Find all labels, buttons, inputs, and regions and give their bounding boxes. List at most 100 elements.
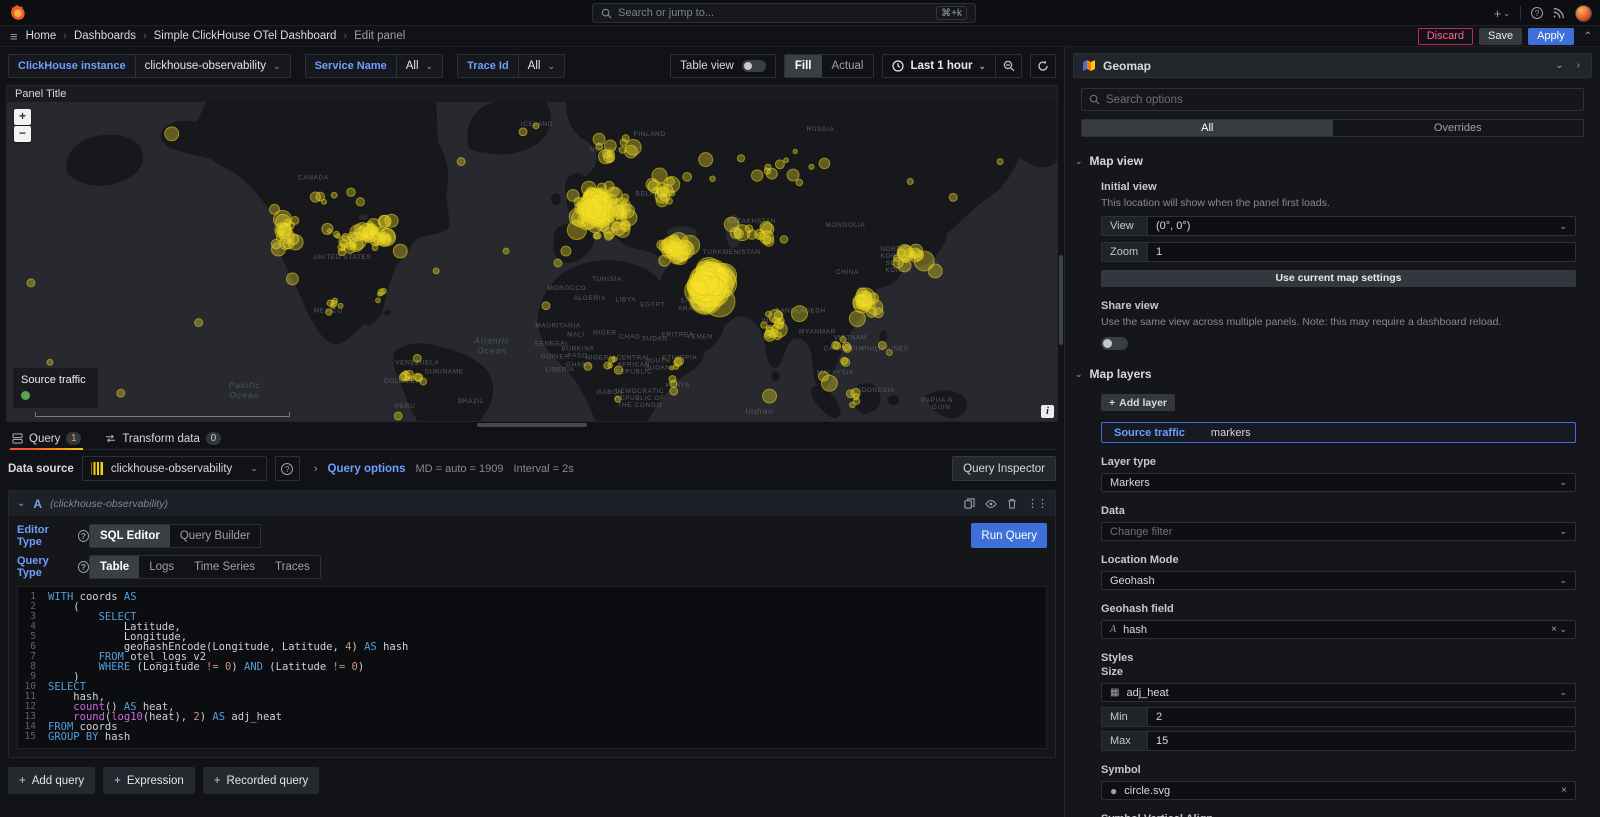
scrollbar-thumb[interactable] — [1059, 255, 1063, 345]
svg-text:MOROCCO: MOROCCO — [548, 285, 587, 292]
sql-editor[interactable]: 1WITH coords AS2 (3 SELECT4 Latitude,5 L… — [17, 586, 1047, 749]
sql-line[interactable]: 13 round(log10(heat), 2) AS adj_heat — [18, 712, 1046, 722]
view-select[interactable]: (0°, 0°)⌄ — [1147, 216, 1576, 236]
variable-value-dropdown[interactable]: All⌄ — [519, 54, 565, 78]
add-menu-button[interactable]: +⌄ — [1494, 6, 1510, 21]
layer-card-source-traffic[interactable]: Source traffic markers — [1101, 422, 1576, 443]
symbol-valign-label: Symbol Vertical Align — [1101, 813, 1576, 817]
query-row-header[interactable]: ⌄ A (clickhouse-observability) ⋮⋮ — [9, 491, 1055, 516]
refresh-button[interactable] — [1030, 54, 1056, 78]
map-attribution-button[interactable]: i — [1041, 405, 1054, 418]
info-icon[interactable]: ? — [78, 530, 89, 542]
breadcrumb-home[interactable]: Home — [26, 30, 57, 42]
tab-query[interactable]: Query 1 — [10, 428, 83, 449]
avatar[interactable] — [1575, 5, 1592, 22]
map-zoom-in-button[interactable]: + — [14, 109, 31, 125]
map-zoom-out-button[interactable]: − — [14, 126, 31, 142]
tab-overrides[interactable]: Overrides — [1333, 120, 1584, 136]
save-button[interactable]: Save — [1479, 28, 1522, 45]
breadcrumb-dashboard-name[interactable]: Simple ClickHouse OTel Dashboard — [154, 30, 337, 42]
sql-editor-option[interactable]: SQL Editor — [90, 525, 170, 547]
apply-button[interactable]: Apply — [1528, 28, 1574, 45]
size-field-select[interactable]: ▦ adj_heat ⌄ — [1101, 683, 1576, 702]
variable-value-dropdown[interactable]: All⌄ — [397, 54, 443, 78]
add-layer-button[interactable]: +Add layer — [1101, 394, 1175, 411]
hide-response-eye-icon[interactable] — [985, 499, 997, 509]
share-view-toggle[interactable] — [1101, 337, 1128, 350]
use-current-map-settings-button[interactable]: Use current map settings — [1101, 270, 1576, 287]
sql-line[interactable]: 9 ) — [18, 672, 1046, 682]
sql-line[interactable]: 1WITH coords AS — [18, 592, 1046, 602]
clear-icon[interactable]: × — [1561, 785, 1567, 796]
help-icon[interactable]: ? — [1531, 7, 1543, 19]
transform-icon — [105, 433, 116, 444]
time-series-option[interactable]: Time Series — [184, 556, 265, 578]
svg-text:KENYA: KENYA — [665, 382, 690, 389]
clear-and-chevron[interactable]: × ⌄ — [1551, 624, 1567, 635]
world-map[interactable]: CANADAUNITED STATESMEXICOVENEZUELACOLOMB… — [7, 102, 1057, 421]
zoom-input[interactable]: 1 — [1147, 242, 1576, 262]
table-option[interactable]: Table — [90, 556, 139, 578]
sql-line[interactable]: 15GROUP BY hash — [18, 732, 1046, 742]
sql-line[interactable]: 14FROM coords — [18, 722, 1046, 732]
add-query-button[interactable]: +Add query — [8, 767, 95, 794]
sql-line[interactable]: 10SELECT — [18, 682, 1046, 692]
collapse-chevron-icon[interactable]: ⌄ — [17, 498, 25, 509]
drag-handle-icon[interactable]: ⋮⋮ — [1027, 497, 1047, 510]
grafana-logo[interactable] — [10, 4, 26, 22]
splitter-handle[interactable] — [477, 423, 587, 427]
breadcrumb: Home › Dashboards › Simple ClickHouse OT… — [26, 30, 406, 42]
collapse-chevron-icon[interactable]: ⌃ — [1584, 31, 1592, 42]
min-input[interactable]: 2 — [1147, 707, 1576, 727]
logs-option[interactable]: Logs — [139, 556, 184, 578]
mega-menu-icon[interactable]: ≡ — [10, 30, 18, 43]
tab-transform-data[interactable]: Transform data 0 — [103, 428, 223, 449]
symbol-label: Symbol — [1101, 764, 1576, 776]
duplicate-query-icon[interactable] — [964, 498, 975, 509]
breadcrumb-dashboards[interactable]: Dashboards — [74, 30, 136, 42]
run-query-button[interactable]: Run Query — [971, 523, 1047, 548]
panel-title[interactable]: Panel Title — [7, 86, 1057, 102]
geohash-field-select[interactable]: A hash × ⌄ — [1101, 620, 1576, 639]
query-options-link[interactable]: Query options — [328, 463, 406, 475]
section-map-layers[interactable]: ⌄ Map layers — [1075, 367, 1584, 381]
fill-option[interactable]: Fill — [785, 55, 822, 77]
location-mode-select[interactable]: Geohash⌄ — [1101, 571, 1576, 590]
global-search-input[interactable]: Search or jump to... ⌘+k — [592, 3, 976, 23]
delete-query-icon[interactable] — [1007, 498, 1017, 509]
expression-button[interactable]: +Expression — [103, 767, 195, 794]
symbol-select[interactable]: ● circle.svg × — [1101, 781, 1576, 800]
toggle-switch[interactable] — [742, 60, 766, 72]
close-options-pane-icon[interactable]: › — [1574, 60, 1583, 71]
discard-button[interactable]: Discard — [1418, 28, 1473, 45]
max-input[interactable]: 15 — [1147, 731, 1576, 751]
section-map-view[interactable]: ⌄ Map view — [1075, 154, 1584, 168]
tab-all[interactable]: All — [1082, 120, 1333, 136]
options-search-input[interactable]: Search options — [1081, 88, 1584, 111]
recorded-query-button[interactable]: +Recorded query — [203, 767, 320, 794]
query-builder-option[interactable]: Query Builder — [170, 525, 260, 547]
traces-option[interactable]: Traces — [265, 556, 320, 578]
panel-options-sidebar: Geomap ⌄ › Search options All Overrides … — [1064, 47, 1600, 817]
variable-value-dropdown[interactable]: clickhouse-observability⌄ — [136, 54, 291, 78]
time-range-picker[interactable]: Last 1 hour⌄ — [882, 54, 996, 78]
news-rss-icon[interactable] — [1553, 7, 1565, 19]
data-filter-select[interactable]: Change filter⌄ — [1101, 522, 1576, 541]
svg-text:CHAD: CHAD — [619, 334, 640, 341]
chevron-down-icon: ⌄ — [1559, 477, 1567, 488]
sql-line[interactable]: 2 ( — [18, 602, 1046, 612]
initial-view-description: This location will show when the panel f… — [1101, 196, 1576, 210]
datasource-help-button[interactable]: ? — [275, 456, 300, 481]
datasource-picker[interactable]: clickhouse-observability ⌄ — [82, 456, 267, 481]
sql-line[interactable]: 8 WHERE (Longitude != 0) AND (Latitude !… — [18, 662, 1046, 672]
visualization-picker[interactable]: Geomap ⌄ › — [1073, 53, 1592, 78]
info-icon[interactable]: ? — [78, 561, 89, 573]
actual-option[interactable]: Actual — [822, 55, 874, 77]
query-inspector-button[interactable]: Query Inspector — [952, 456, 1056, 481]
layer-type-select[interactable]: Markers⌄ — [1101, 473, 1576, 492]
table-view-toggle[interactable]: Table view — [670, 54, 776, 78]
geomap-canvas[interactable]: CANADAUNITED STATESMEXICOVENEZUELACOLOMB… — [7, 102, 1057, 421]
layer-name[interactable]: Source traffic — [1114, 427, 1185, 439]
zoom-out-time-button[interactable] — [996, 54, 1022, 78]
chevron-down-icon[interactable]: ⌄ — [1552, 60, 1566, 71]
